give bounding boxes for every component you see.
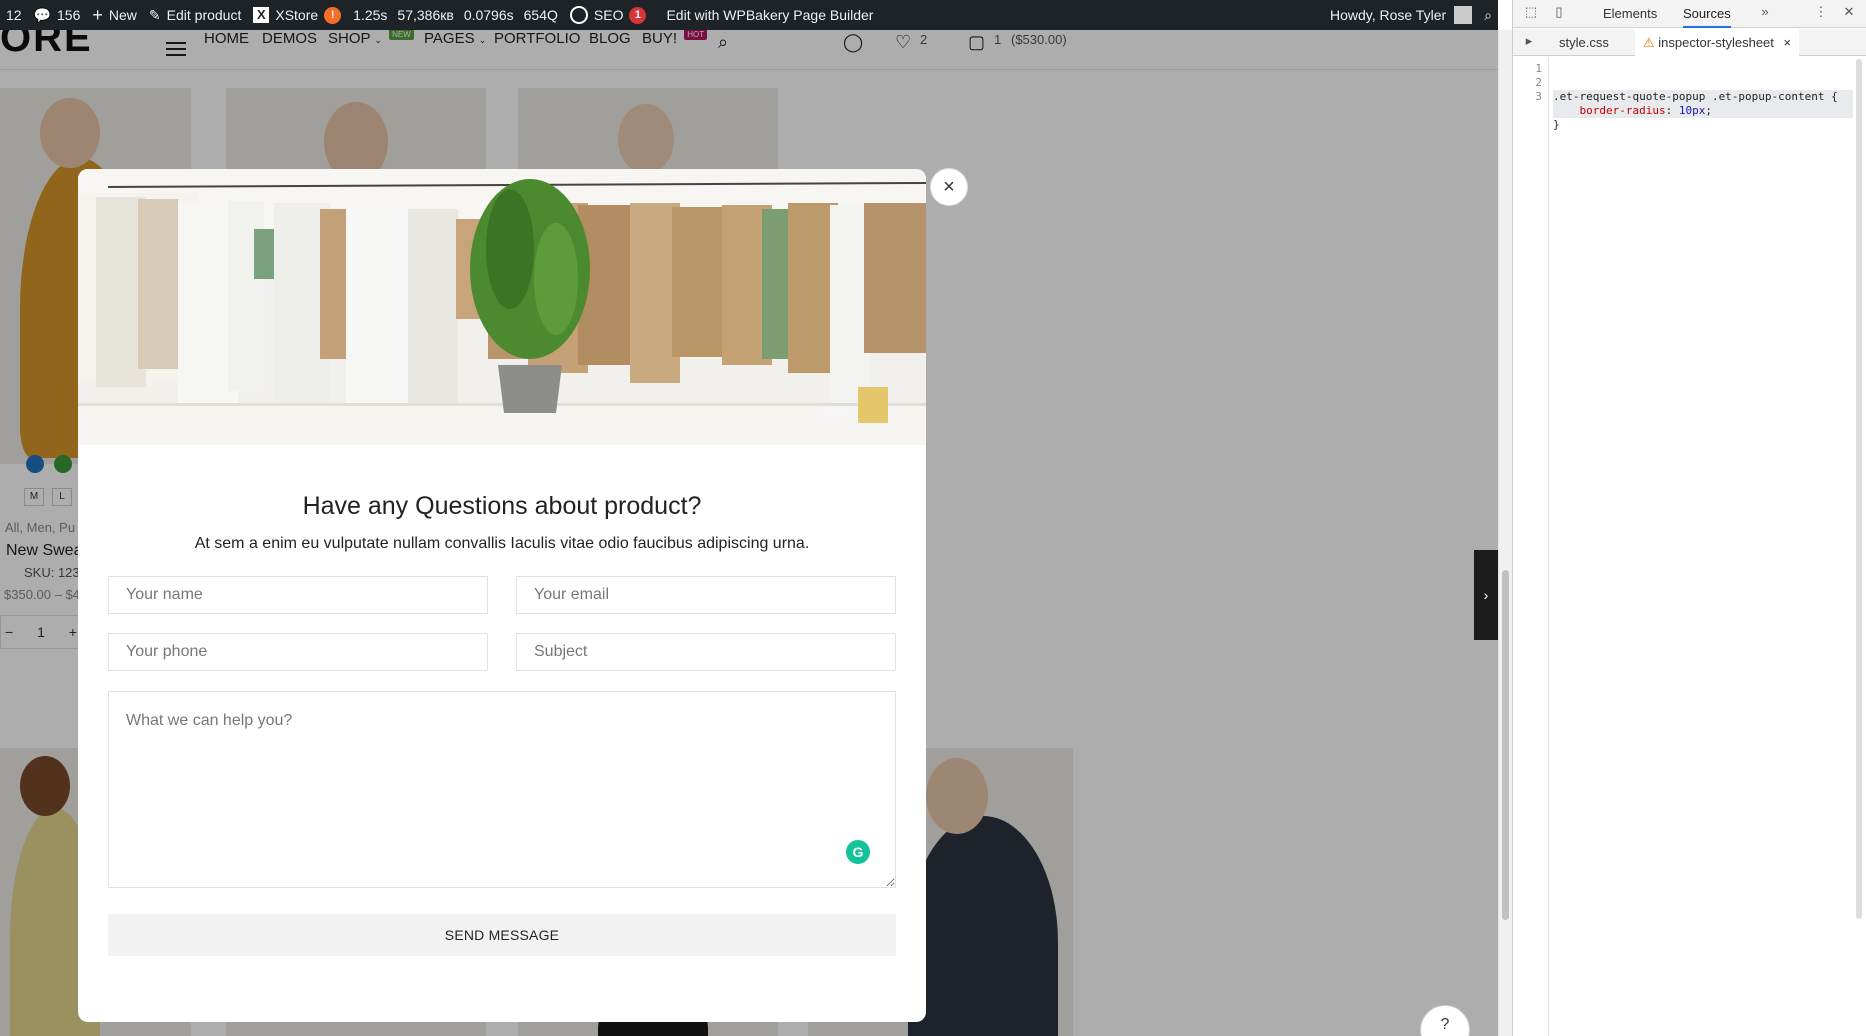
tab-sources[interactable]: Sources [1683, 0, 1731, 28]
page-scrollbar-thumb[interactable] [1502, 570, 1509, 920]
tab-elements[interactable]: Elements [1603, 0, 1657, 28]
xstore-label: XStore [275, 7, 319, 23]
code-editor[interactable]: 1 2 3 .et-request-quote-popup .et-popup-… [1513, 57, 1866, 1036]
seo-badge: 1 [629, 6, 647, 24]
popup-description: At sem a enim eu vulputate nullam conval… [194, 535, 810, 552]
device-toolbar-icon[interactable]: ▯ [1549, 4, 1569, 24]
css-value: 10px [1678, 104, 1706, 117]
file-tab-label: inspector-stylesheet [1658, 35, 1774, 50]
line-number: 1 [1535, 62, 1542, 75]
css-close-brace: } [1553, 118, 1560, 131]
new-content-menu[interactable]: + New [86, 0, 143, 30]
css-property: border-radius [1579, 104, 1666, 117]
file-tab-inspector-stylesheet[interactable]: ⚠ inspector-stylesheet × [1635, 29, 1800, 56]
comment-icon: 💬 [33, 6, 52, 23]
phone-field[interactable] [108, 633, 488, 671]
message-textarea[interactable] [108, 691, 896, 888]
editor-scrollbar-thumb[interactable] [1856, 59, 1862, 919]
line-number: 3 [1535, 90, 1542, 103]
search-icon: ⌕ [1484, 6, 1492, 23]
close-devtools-icon[interactable]: ✕ [1839, 4, 1859, 24]
close-tab-icon[interactable]: × [1784, 35, 1792, 50]
edit-product-link[interactable]: ✎ Edit product [143, 0, 247, 30]
xstore-logo-icon: X [253, 7, 270, 23]
css-selector: .et-request-quote-popup .et-popup-conten… [1553, 90, 1838, 103]
pencil-icon: ✎ [148, 6, 161, 23]
editor-scrollbar[interactable] [1853, 57, 1865, 1036]
devtools-toolbar: ⬚ ▯ Elements Sources » ⋮ ✕ [1513, 0, 1866, 28]
popup-title: Have any Questions about product? [302, 492, 702, 520]
seo-label: SEO [593, 7, 624, 23]
email-field[interactable] [516, 576, 896, 614]
seo-menu[interactable]: SEO 1 [564, 0, 653, 30]
wpbakery-label: Edit with WPBakery Page Builder [666, 7, 874, 23]
kebab-menu-icon[interactable]: ⋮ [1811, 4, 1831, 24]
inspect-element-icon[interactable]: ⬚ [1521, 4, 1541, 24]
qm-memory: 57,386кв [397, 7, 454, 23]
warning-icon: ⚠ [1643, 35, 1655, 50]
close-icon[interactable]: × [930, 168, 968, 206]
wpbakery-link[interactable]: Edit with WPBakery Page Builder [660, 0, 879, 30]
admin-bar-partial-count[interactable]: 12 [0, 0, 28, 30]
new-label: New [108, 7, 137, 23]
subject-field[interactable] [516, 633, 896, 671]
comments-menu[interactable]: 💬 156 [28, 0, 87, 30]
line-number: 2 [1535, 76, 1542, 89]
toggle-navigator-icon[interactable]: ▸ [1519, 33, 1539, 53]
sources-file-tabs: ▸ style.css ⚠ inspector-stylesheet × [1513, 29, 1866, 56]
devtools-panel: ⬚ ▯ Elements Sources » ⋮ ✕ ▸ style.css ⚠… [1512, 0, 1866, 1036]
query-monitor[interactable]: 1.25s 57,386кв 0.0796s 654Q [347, 0, 564, 30]
xstore-menu[interactable]: X XStore ! [247, 0, 347, 30]
edit-product-label: Edit product [166, 7, 242, 23]
my-account-menu[interactable]: Howdy, Rose Tyler [1324, 0, 1478, 30]
greeting: Howdy, Rose Tyler [1329, 7, 1447, 23]
xstore-alert-badge: ! [324, 6, 342, 24]
line-number-gutter: 1 2 3 [1513, 57, 1549, 1036]
avatar [1454, 6, 1473, 24]
send-message-button[interactable]: SEND MESSAGE [108, 914, 896, 956]
wp-admin-bar: 12 💬 156 + New ✎ Edit product X XStore !… [0, 0, 1498, 30]
qm-query-time: 0.0796s [463, 7, 514, 23]
seo-gear-icon [569, 6, 588, 24]
chevron-right-icon: › [1483, 587, 1489, 603]
code-content[interactable]: .et-request-quote-popup .et-popup-conten… [1553, 62, 1853, 146]
admin-search-button[interactable]: ⌕ [1478, 0, 1498, 30]
comments-count: 156 [57, 7, 81, 23]
qm-time: 1.25s [353, 7, 388, 23]
popup-banner-image [78, 169, 926, 445]
more-tabs-icon[interactable]: » [1755, 4, 1775, 24]
request-quote-popup: Have any Questions about product? At sem… [78, 169, 926, 1022]
question-icon: ? [1440, 1016, 1450, 1033]
name-field[interactable] [108, 576, 488, 614]
file-tab-style-css[interactable]: style.css [1553, 29, 1615, 56]
grammarly-icon[interactable]: G [846, 840, 870, 864]
side-panel-toggle[interactable]: › [1474, 550, 1498, 640]
clothing-rack-illustration [78, 169, 926, 445]
page-scrollbar[interactable] [1498, 30, 1512, 1036]
qm-queries: 654Q [523, 7, 558, 23]
plus-icon: + [92, 4, 103, 25]
